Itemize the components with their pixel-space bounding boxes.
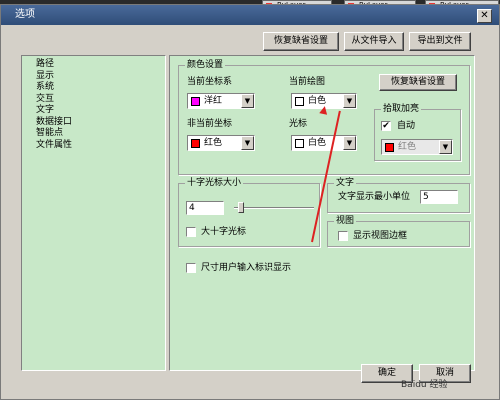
crosshair-size-label: 十字光标大小 (185, 177, 244, 189)
highlight-swatch (385, 143, 394, 152)
pick-highlight-group: 拾取加亮 ✔ 自动 红色 ▼ (374, 103, 461, 161)
text-min-unit-label: 文字显示最小单位 (338, 192, 411, 202)
chevron-down-icon[interactable]: ▼ (439, 140, 452, 154)
large-crosshair-label: 大十字光标 (201, 227, 247, 237)
dimension-input-label: 尺寸用户输入标识显示 (201, 263, 292, 273)
cursor-swatch (295, 139, 304, 148)
noncurrent-ucs-label: 非当前坐标 (187, 119, 233, 129)
noncurrent-ucs-color-select[interactable]: 红色 ▼ (187, 135, 255, 151)
restore-color-defaults-button[interactable]: 恢复缺省设置 (379, 74, 457, 91)
view-group: 视图 显示视图边框 (327, 215, 470, 247)
tree-item-display[interactable]: 显示 (36, 71, 165, 83)
dialog-title-bar: 选项 ✕ (1, 5, 499, 25)
category-tree: 路径 显示 系统 交互 文字 数据接口 智能点 文件属性 (21, 55, 166, 371)
color-settings-label: 颜色设置 (185, 59, 226, 71)
close-button[interactable]: ✕ (477, 9, 492, 23)
tree-item-file-properties[interactable]: 文件属性 (36, 140, 165, 152)
text-min-unit-input[interactable]: 5 (420, 190, 458, 204)
current-ucs-label: 当前坐标系 (187, 77, 233, 87)
chevron-down-icon[interactable]: ▼ (241, 136, 254, 150)
close-icon: ✕ (480, 10, 489, 21)
tree-item-system[interactable]: 系统 (36, 82, 165, 94)
cursor-color-label: 光标 (289, 119, 308, 129)
restore-defaults-button[interactable]: 恢复缺省设置 (263, 32, 339, 51)
noncurrent-ucs-value: 红色 (204, 138, 223, 148)
tree-item-smart-point[interactable]: 智能点 (36, 128, 165, 140)
cursor-color-value: 白色 (308, 138, 327, 148)
highlight-color-value: 红色 (398, 142, 417, 152)
pick-highlight-label: 拾取加亮 (381, 103, 422, 115)
crosshair-size-group: 十字光标大小 4 大十字光标 (178, 177, 320, 247)
tree-item-data-interface[interactable]: 数据接口 (36, 117, 165, 129)
tree-item-interaction[interactable]: 交互 (36, 94, 165, 106)
crosshair-slider-track[interactable] (234, 207, 314, 209)
auto-highlight-checkbox[interactable]: ✔ (381, 121, 391, 131)
watermark: Baidu 经验 (401, 380, 448, 390)
show-view-border-label: 显示视图边框 (353, 231, 408, 241)
crosshair-slider-thumb[interactable] (238, 202, 244, 213)
crosshair-size-input[interactable]: 4 (186, 201, 224, 215)
show-view-border-checkbox[interactable] (338, 231, 348, 241)
color-settings-group: 颜色设置 当前坐标系 洋红 ▼ 当前绘图 白色 ▼ 恢复缺省设置 非当前坐标 红… (178, 59, 470, 175)
chevron-down-icon[interactable]: ▼ (343, 136, 356, 150)
noncurrent-ucs-swatch (191, 139, 200, 148)
current-draw-label: 当前绘图 (289, 77, 326, 87)
tree-item-path[interactable]: 路径 (36, 59, 165, 71)
import-from-file-button[interactable]: 从文件导入 (344, 32, 404, 51)
view-group-label: 视图 (334, 215, 357, 227)
settings-panel: 颜色设置 当前坐标系 洋红 ▼ 当前绘图 白色 ▼ 恢复缺省设置 非当前坐标 红… (169, 55, 475, 371)
current-draw-swatch (295, 97, 304, 106)
text-group-label: 文字 (334, 177, 357, 189)
annotation-arrow-head (319, 105, 329, 115)
auto-highlight-label: 自动 (397, 121, 416, 131)
chevron-down-icon[interactable]: ▼ (241, 94, 254, 108)
export-to-file-button[interactable]: 导出到文件 (409, 32, 471, 51)
current-ucs-swatch (191, 97, 200, 106)
options-dialog: 选项 ✕ 恢复缺省设置 从文件导入 导出到文件 路径 显示 系统 交互 文字 数… (0, 4, 500, 400)
chevron-down-icon[interactable]: ▼ (343, 94, 356, 108)
current-ucs-value: 洋红 (204, 96, 223, 106)
large-crosshair-checkbox[interactable] (186, 227, 196, 237)
tree-item-text[interactable]: 文字 (36, 105, 165, 117)
current-ucs-color-select[interactable]: 洋红 ▼ (187, 93, 255, 109)
cursor-color-select[interactable]: 白色 ▼ (291, 135, 357, 151)
dialog-title: 选项 (15, 9, 35, 20)
highlight-color-select[interactable]: 红色 ▼ (381, 139, 453, 155)
text-group: 文字 文字显示最小单位 5 (327, 177, 470, 213)
dimension-input-checkbox[interactable] (186, 263, 196, 273)
